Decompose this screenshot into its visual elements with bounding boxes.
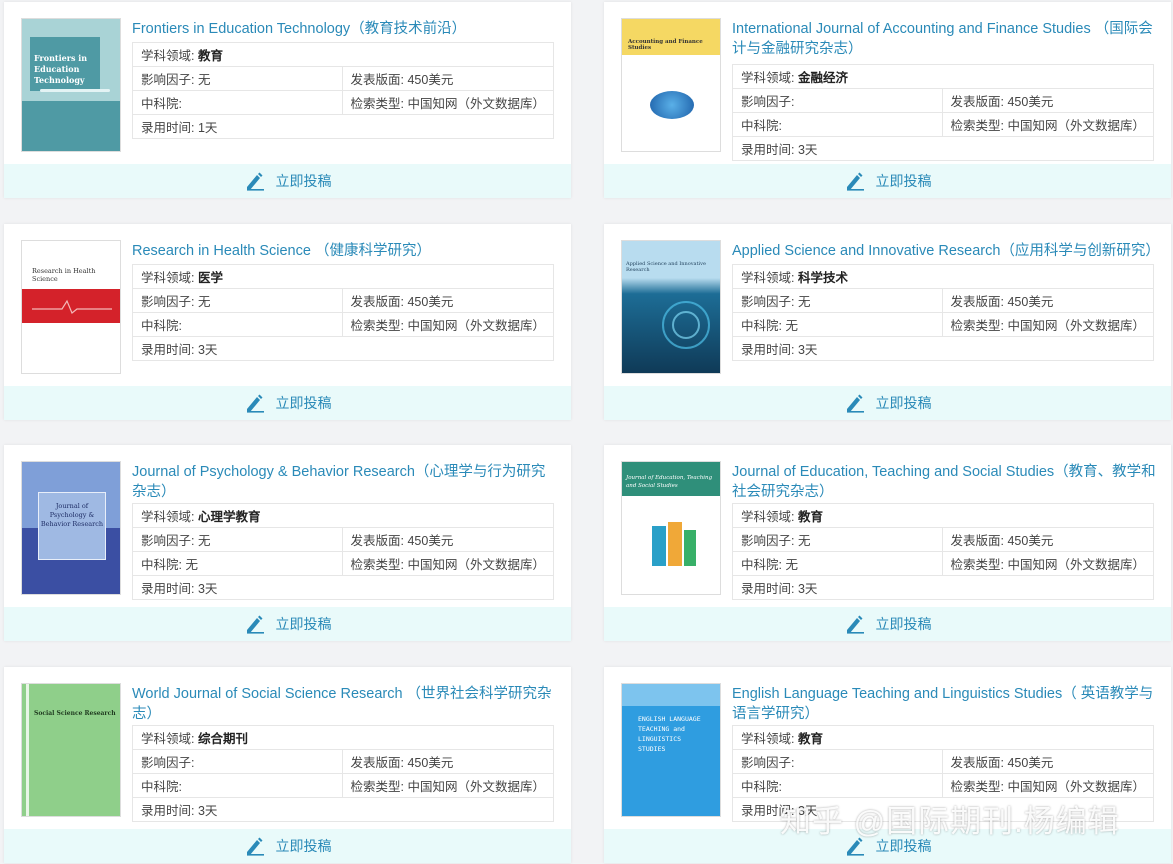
heartbeat-icon (32, 299, 112, 314)
pen-icon (846, 394, 864, 413)
submit-button[interactable]: 立即投稿 (4, 386, 571, 420)
journal-title[interactable]: International Journal of Accounting and … (732, 19, 1157, 59)
journal-cover[interactable]: Journal of Education, Teaching and Socia… (621, 461, 721, 595)
journal-title[interactable]: Journal of Psychology & Behavior Researc… (132, 462, 557, 502)
cover-title: Journal of Education, Teaching and Socia… (626, 475, 713, 489)
pen-icon (246, 837, 264, 856)
pen-icon (846, 615, 864, 634)
journal-info-table: 学科领域: 心理学教育 影响因子: 无发表版面: 450美元 中科院: 无检索类… (132, 503, 555, 600)
journal-info-table: 学科领域: 金融经济 影响因子: 发表版面: 450美元 中科院: 检索类型: … (732, 64, 1155, 161)
submit-button[interactable]: 立即投稿 (604, 607, 1171, 641)
watermark: 知乎 @国际期刊.杨编辑 (780, 804, 1120, 839)
journal-info-table: 学科领域: 综合期刊 影响因子: 发表版面: 450美元 中科院: 检索类型: … (132, 725, 555, 822)
journal-cover[interactable]: Frontiers in Education Technology (21, 18, 121, 152)
journal-title[interactable]: Applied Science and Innovative Research（… (732, 241, 1160, 261)
cover-title: Frontiers in Education Technology (34, 53, 88, 85)
journal-info-table: 学科领域: 教育 影响因子: 无发表版面: 450美元 中科院: 无检索类型: … (732, 503, 1155, 600)
cover-title: Journal of Psychology & Behavior Researc… (40, 502, 104, 528)
journal-cover[interactable]: Research in Health Science (21, 240, 121, 374)
journal-grid: Frontiers in Education Technology Fronti… (0, 0, 1173, 864)
journal-card: Social Science Research World Journal of… (4, 667, 571, 863)
journal-title[interactable]: World Journal of Social Science Research… (132, 684, 557, 724)
journal-cover[interactable]: Applied Science and Innovative Research (621, 240, 721, 374)
journal-info-table: 学科领域: 医学 影响因子: 无发表版面: 450美元 中科院: 检索类型: 中… (132, 264, 555, 361)
submit-button[interactable]: 立即投稿 (4, 164, 571, 198)
cover-title: Accounting and Finance Studies (628, 39, 703, 51)
pen-icon (246, 615, 264, 634)
journal-card: Accounting and Finance Studies Internati… (604, 2, 1171, 198)
journal-title[interactable]: Research in Health Science （健康科学研究） (132, 241, 557, 261)
journal-title[interactable]: Journal of Education, Teaching and Socia… (732, 462, 1157, 502)
pen-icon (846, 172, 864, 191)
submit-button[interactable]: 立即投稿 (604, 386, 1171, 420)
submit-button[interactable]: 立即投稿 (4, 829, 571, 863)
journal-info-table: 学科领域: 科学技术 影响因子: 无发表版面: 450美元 中科院: 无检索类型… (732, 264, 1155, 361)
journal-info-table: 学科领域: 教育 影响因子: 无发表版面: 450美元 中科院: 检索类型: 中… (132, 42, 555, 139)
pen-icon (246, 394, 264, 413)
journal-card: Journal of Education, Teaching and Socia… (604, 445, 1171, 641)
cover-title: ENGLISH LANGUAGE TEACHING and LINGUISTIC… (638, 715, 701, 753)
submit-button[interactable]: 立即投稿 (4, 607, 571, 641)
journal-title[interactable]: English Language Teaching and Linguistic… (732, 684, 1157, 724)
journal-cover[interactable]: Journal of Psychology & Behavior Researc… (21, 461, 121, 595)
journal-cover[interactable]: Accounting and Finance Studies (621, 18, 721, 152)
pen-icon (246, 172, 264, 191)
journal-cover[interactable]: ENGLISH LANGUAGE TEACHING and LINGUISTIC… (621, 683, 721, 817)
journal-card: Research in Health Science Research in H… (4, 224, 571, 420)
cover-title: Applied Science and Innovative Research (626, 261, 706, 273)
cover-title: Social Science Research (34, 710, 116, 717)
submit-button[interactable]: 立即投稿 (604, 164, 1171, 198)
journal-card: Frontiers in Education Technology Fronti… (4, 2, 571, 198)
journal-card: Journal of Psychology & Behavior Researc… (4, 445, 571, 641)
journal-card: Applied Science and Innovative Research … (604, 224, 1171, 420)
journal-cover[interactable]: Social Science Research (21, 683, 121, 817)
journal-title[interactable]: Frontiers in Education Technology（教育技术前沿… (132, 19, 557, 39)
cover-title: Research in Health Science (32, 267, 96, 283)
